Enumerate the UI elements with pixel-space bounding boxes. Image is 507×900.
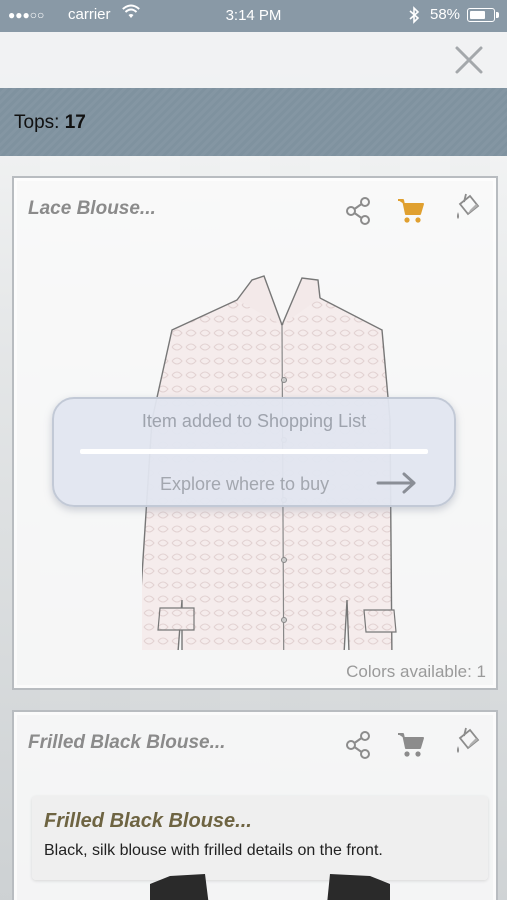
paint-bucket-icon <box>457 727 480 753</box>
top-bar <box>0 32 507 88</box>
product-image <box>150 874 390 900</box>
cart-icon <box>398 733 424 757</box>
color-button[interactable] <box>452 726 482 756</box>
share-button[interactable] <box>344 196 374 226</box>
detail-description: Black, silk blouse with frilled details … <box>44 842 383 859</box>
battery-percent: 58% <box>430 6 461 23</box>
battery-icon <box>467 8 499 22</box>
bluetooth-icon <box>408 6 420 28</box>
share-icon <box>346 731 370 759</box>
toast-message: Item added to Shopping List <box>141 411 367 431</box>
detail-title: Frilled Black Blouse... <box>44 810 252 832</box>
category-count: 17 <box>64 112 86 133</box>
add-to-cart-button[interactable] <box>396 730 426 760</box>
product-detail-box: Frilled Black Blouse... Black, silk blou… <box>32 796 488 880</box>
close-button[interactable] <box>451 42 487 78</box>
colors-available: Colors available: 1 <box>346 662 486 681</box>
status-bar: ●●●○○ carrier 3:14 PM 58% <box>0 0 507 32</box>
explore-link[interactable]: Explore where to buy <box>160 474 329 495</box>
shopping-list-toast[interactable]: Item added to Shopping List Explore wher… <box>52 397 456 507</box>
arrow-right-icon[interactable] <box>376 471 418 495</box>
close-icon <box>455 46 483 74</box>
toast-divider <box>80 449 428 454</box>
category-header: Tops: 17 <box>0 88 507 156</box>
product-card[interactable]: Frilled Black Blouse... Frilled Black Bl… <box>12 710 498 900</box>
add-to-cart-button[interactable] <box>396 196 426 226</box>
product-title: Frilled Black Blouse... <box>28 732 226 753</box>
color-button[interactable] <box>452 192 482 222</box>
share-button[interactable] <box>344 730 374 760</box>
product-title: Lace Blouse... <box>28 198 156 219</box>
category-label: Tops: <box>14 112 65 133</box>
cart-icon <box>398 199 424 223</box>
paint-bucket-icon <box>457 193 480 219</box>
share-icon <box>346 197 370 225</box>
